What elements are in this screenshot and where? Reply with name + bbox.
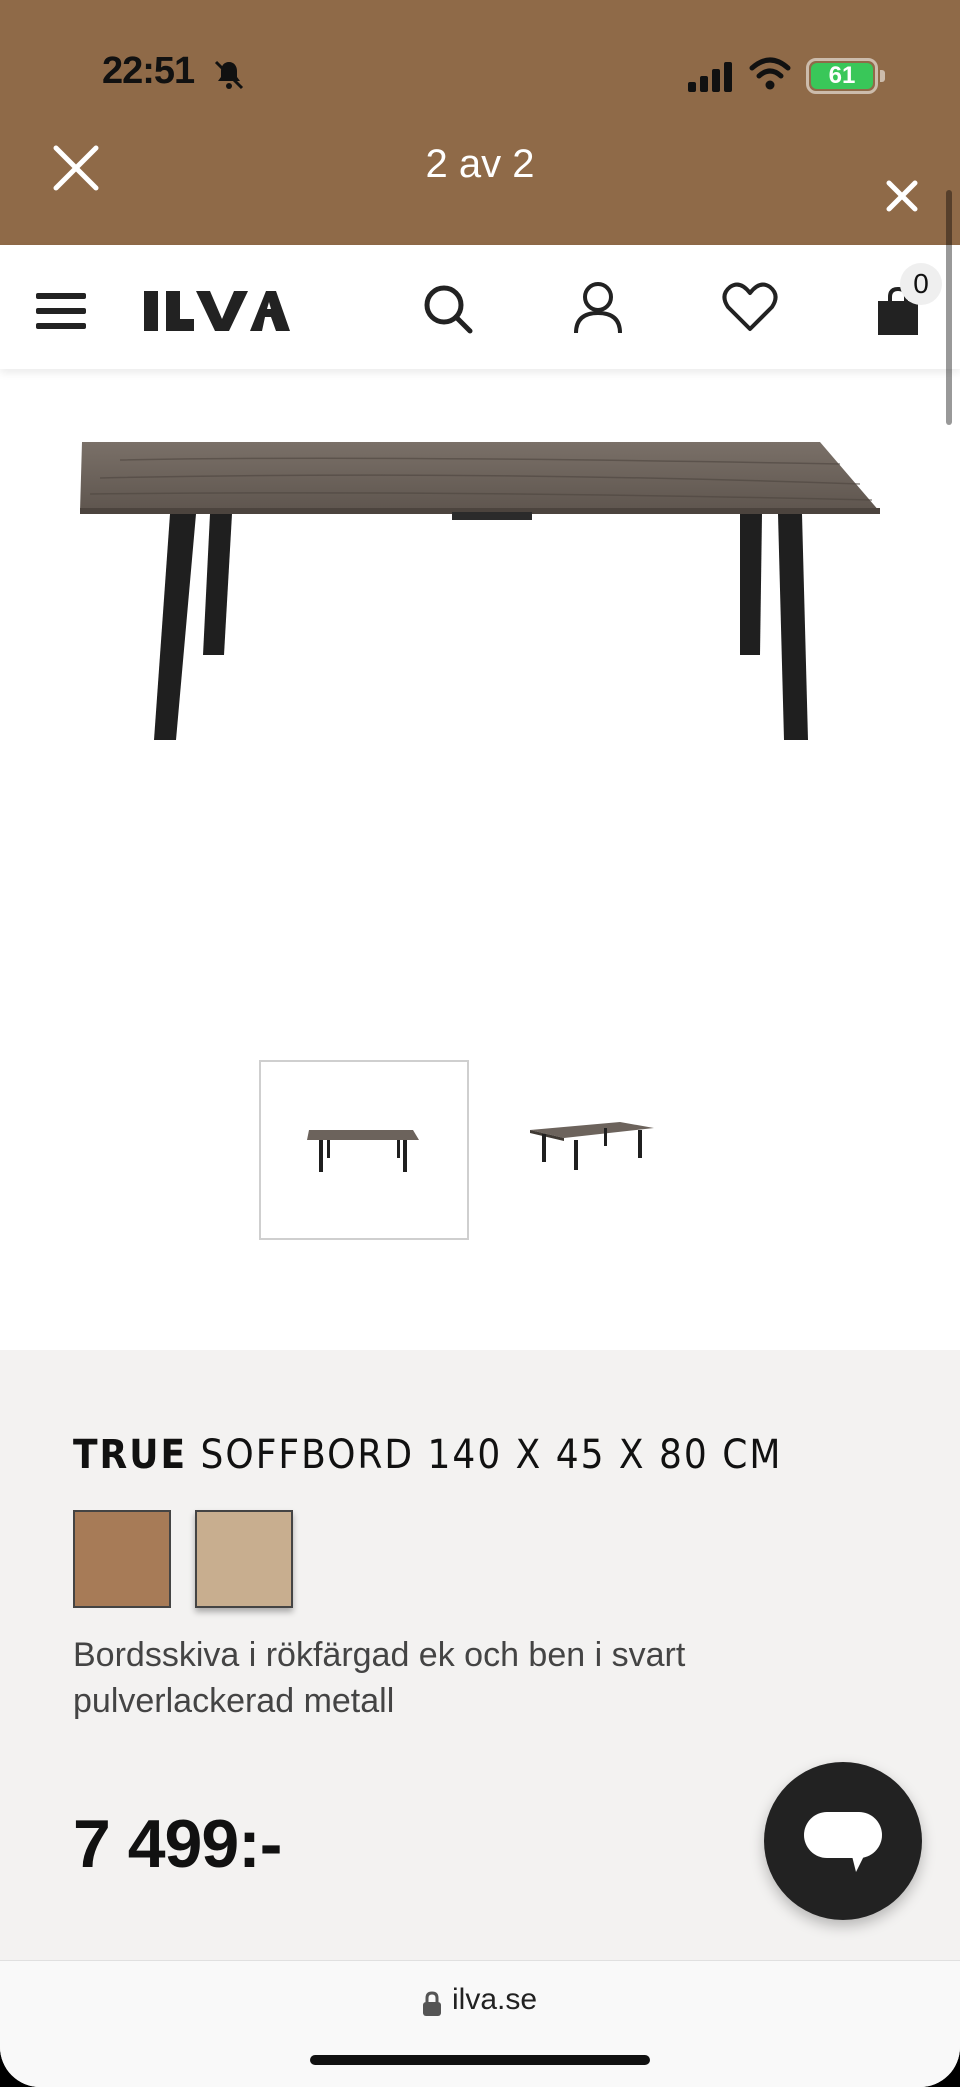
color-swatch-smoked-oak[interactable]	[73, 1510, 171, 1608]
search-icon[interactable]	[420, 281, 476, 337]
wifi-icon	[749, 57, 791, 90]
browser-address-bar[interactable]: ilva.se	[0, 1960, 960, 2087]
thumbnail-table-angle-image	[530, 1122, 654, 1170]
product-info-section: TRUE SOFFBORD 140 X 45 X 80 CM Bordsskiv…	[0, 1350, 960, 1960]
image-counter: 2 av 2	[425, 142, 535, 186]
chat-bubble-icon	[804, 1812, 882, 1872]
hamburger-menu-icon[interactable]	[36, 291, 86, 331]
close-icon-secondary[interactable]	[884, 178, 920, 214]
battery-indicator: 61	[806, 58, 885, 94]
product-name: SOFFBORD 140 X 45 X 80 CM	[200, 1432, 783, 1478]
screen: 22:51 61 2 av 2 0 TRUE SOFFBORD 140 X 45…	[0, 0, 960, 2087]
battery-level: 61	[811, 62, 873, 89]
site-header: 0	[0, 245, 960, 369]
account-icon[interactable]	[570, 279, 626, 335]
status-time: 22:51	[102, 50, 195, 92]
scrollbar[interactable]	[946, 190, 952, 425]
thumbnail-front[interactable]	[259, 1060, 469, 1240]
bell-muted-icon	[214, 60, 244, 90]
product-price: 7 499:-	[73, 1806, 282, 1882]
thumbnail-table-front-image	[307, 1130, 419, 1172]
cart-count-badge: 0	[900, 263, 942, 305]
product-title: TRUE SOFFBORD 140 X 45 X 80 CM	[73, 1432, 782, 1478]
heart-icon[interactable]	[722, 281, 778, 333]
color-swatch-natural-oak[interactable]	[195, 1510, 293, 1608]
ilva-logo[interactable]	[140, 287, 290, 335]
chat-button[interactable]	[764, 1762, 922, 1920]
lock-icon	[423, 1991, 441, 2016]
signal-icon	[688, 62, 732, 92]
battery-tip	[880, 70, 885, 82]
product-brand: TRUE	[73, 1432, 188, 1478]
home-indicator	[310, 2055, 650, 2065]
product-main-image[interactable]	[60, 400, 900, 780]
overlay-top-bar: 22:51 61 2 av 2	[0, 0, 960, 245]
product-description: Bordsskiva i rökfärgad ek och ben i svar…	[73, 1636, 686, 1720]
thumbnail-angle[interactable]	[490, 1060, 700, 1240]
url-text: ilva.se	[452, 1983, 538, 2016]
